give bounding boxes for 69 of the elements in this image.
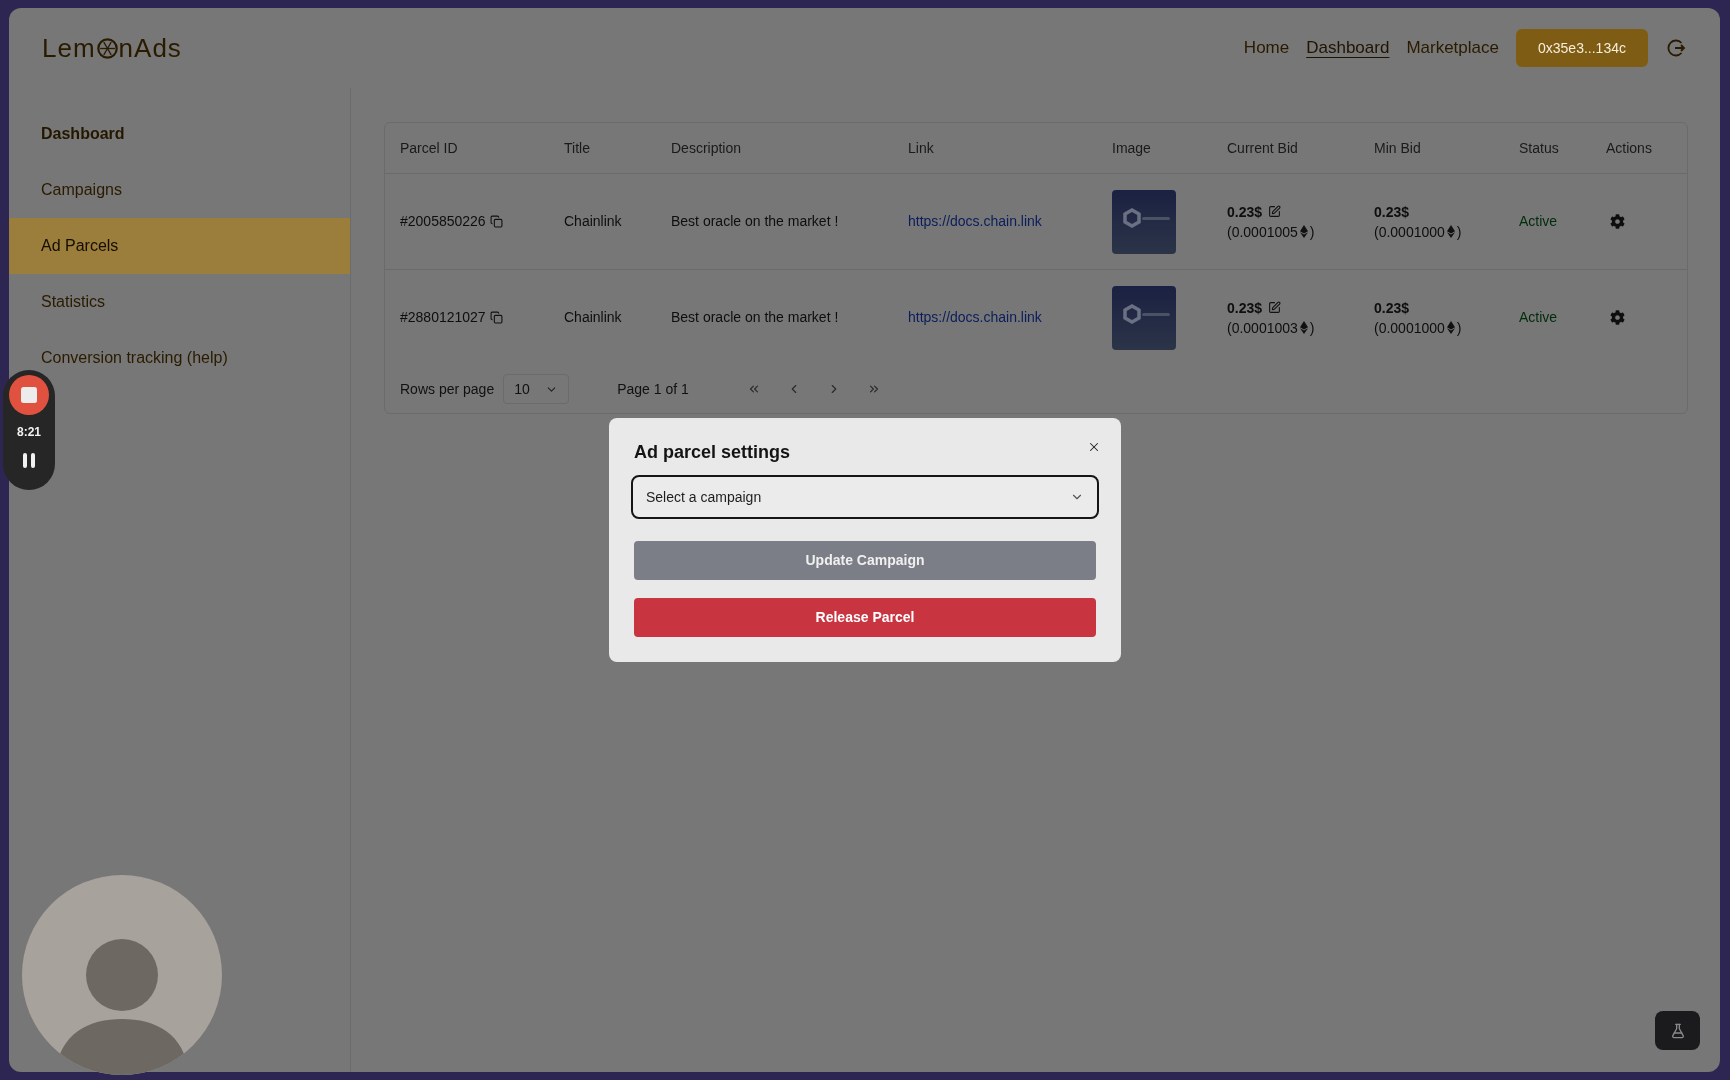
rows-per-page-select[interactable]: 10: [503, 374, 570, 404]
link[interactable]: https://docs.chain.link: [908, 307, 1042, 328]
citrus-slice-icon: [96, 37, 118, 59]
dialog-button[interactable]: Update Campaign: [634, 541, 1096, 580]
settings-icon[interactable]: [1610, 310, 1625, 325]
pause-icon[interactable]: [23, 453, 35, 468]
title-text: Chainlink: [564, 308, 622, 327]
bid-eth: (0.0001000: [1374, 318, 1445, 338]
page-indicator: Page 1 of 1: [617, 379, 689, 399]
ethereum-icon: [1299, 321, 1308, 334]
column-header: Parcel ID: [400, 138, 458, 158]
sidebar-item[interactable]: Statistics: [9, 274, 350, 330]
status-text: Active: [1519, 308, 1558, 327]
campaign-select[interactable]: Select a campaign: [631, 475, 1099, 519]
logout-icon[interactable]: [1666, 38, 1686, 58]
bid-usd: 0.23$: [1374, 298, 1410, 318]
bid-eth: (0.0001000: [1374, 222, 1445, 242]
sidebar-heading[interactable]: Dashboard: [41, 122, 125, 146]
column-header: Image: [1112, 138, 1151, 158]
hexagon-thumbnail-drawing: [1112, 285, 1176, 350]
copy-icon[interactable]: [489, 215, 503, 228]
flask-icon: [1669, 1022, 1686, 1039]
recording-time: 8:21: [17, 424, 41, 441]
edit-icon[interactable]: [1268, 301, 1282, 314]
close-icon[interactable]: [1087, 440, 1101, 454]
ethereum-icon: [1299, 225, 1308, 238]
nav-link[interactable]: Home: [1243, 35, 1290, 61]
column-header: Description: [671, 138, 742, 158]
bid-eth: (0.0001005: [1227, 222, 1298, 242]
edit-icon[interactable]: [1268, 205, 1282, 218]
settings-icon[interactable]: [1610, 214, 1625, 229]
link[interactable]: https://docs.chain.link: [908, 211, 1042, 232]
bid-paren: ): [1309, 222, 1315, 242]
bid-paren: ): [1456, 318, 1462, 338]
sidebar-item[interactable]: Ad Parcels: [9, 218, 350, 274]
bid-usd: 0.23$: [1227, 298, 1263, 318]
column-header: Link: [908, 138, 934, 158]
ethereum-icon: [1446, 225, 1455, 238]
nav-link[interactable]: Marketplace: [1406, 35, 1499, 61]
wallet-button[interactable]: 0x35e3...134c: [1516, 29, 1648, 67]
nav-link[interactable]: Dashboard: [1306, 35, 1390, 61]
sidebar-item[interactable]: Conversion tracking (help): [9, 330, 350, 386]
hexagon-thumbnail-drawing: [1112, 189, 1176, 254]
dialog-title: Ad parcel settings: [634, 441, 791, 464]
column-header: Actions: [1606, 138, 1652, 158]
bid-eth: (0.0001003: [1227, 318, 1298, 338]
bid-usd: 0.23$: [1374, 202, 1410, 222]
parcel-id: #2880121027: [400, 308, 486, 327]
parcel-id: #2005850226: [400, 212, 486, 231]
rows-per-page-label: Rows per page: [400, 379, 495, 399]
ethereum-icon: [1446, 321, 1455, 334]
title-text: Chainlink: [564, 212, 622, 231]
copy-icon[interactable]: [489, 311, 503, 324]
bid-usd: 0.23$: [1227, 202, 1263, 222]
column-header: Min Bid: [1374, 138, 1421, 158]
column-header: Status: [1519, 138, 1559, 158]
column-header: Title: [564, 138, 590, 158]
flask-button[interactable]: [1655, 1011, 1700, 1050]
stop-icon: [21, 387, 37, 403]
status-text: Active: [1519, 212, 1558, 231]
bid-paren: ): [1456, 222, 1462, 242]
description-text: Best oracle on the market !: [671, 212, 839, 231]
logo-link[interactable]: Lem nAds: [42, 28, 182, 68]
column-header: Current Bid: [1227, 138, 1298, 158]
stop-recording-button[interactable]: [9, 375, 49, 415]
dialog-button[interactable]: Release Parcel: [634, 598, 1096, 637]
bid-paren: ): [1309, 318, 1315, 338]
description-text: Best oracle on the market !: [671, 308, 839, 327]
sidebar-item[interactable]: Campaigns: [9, 162, 350, 218]
